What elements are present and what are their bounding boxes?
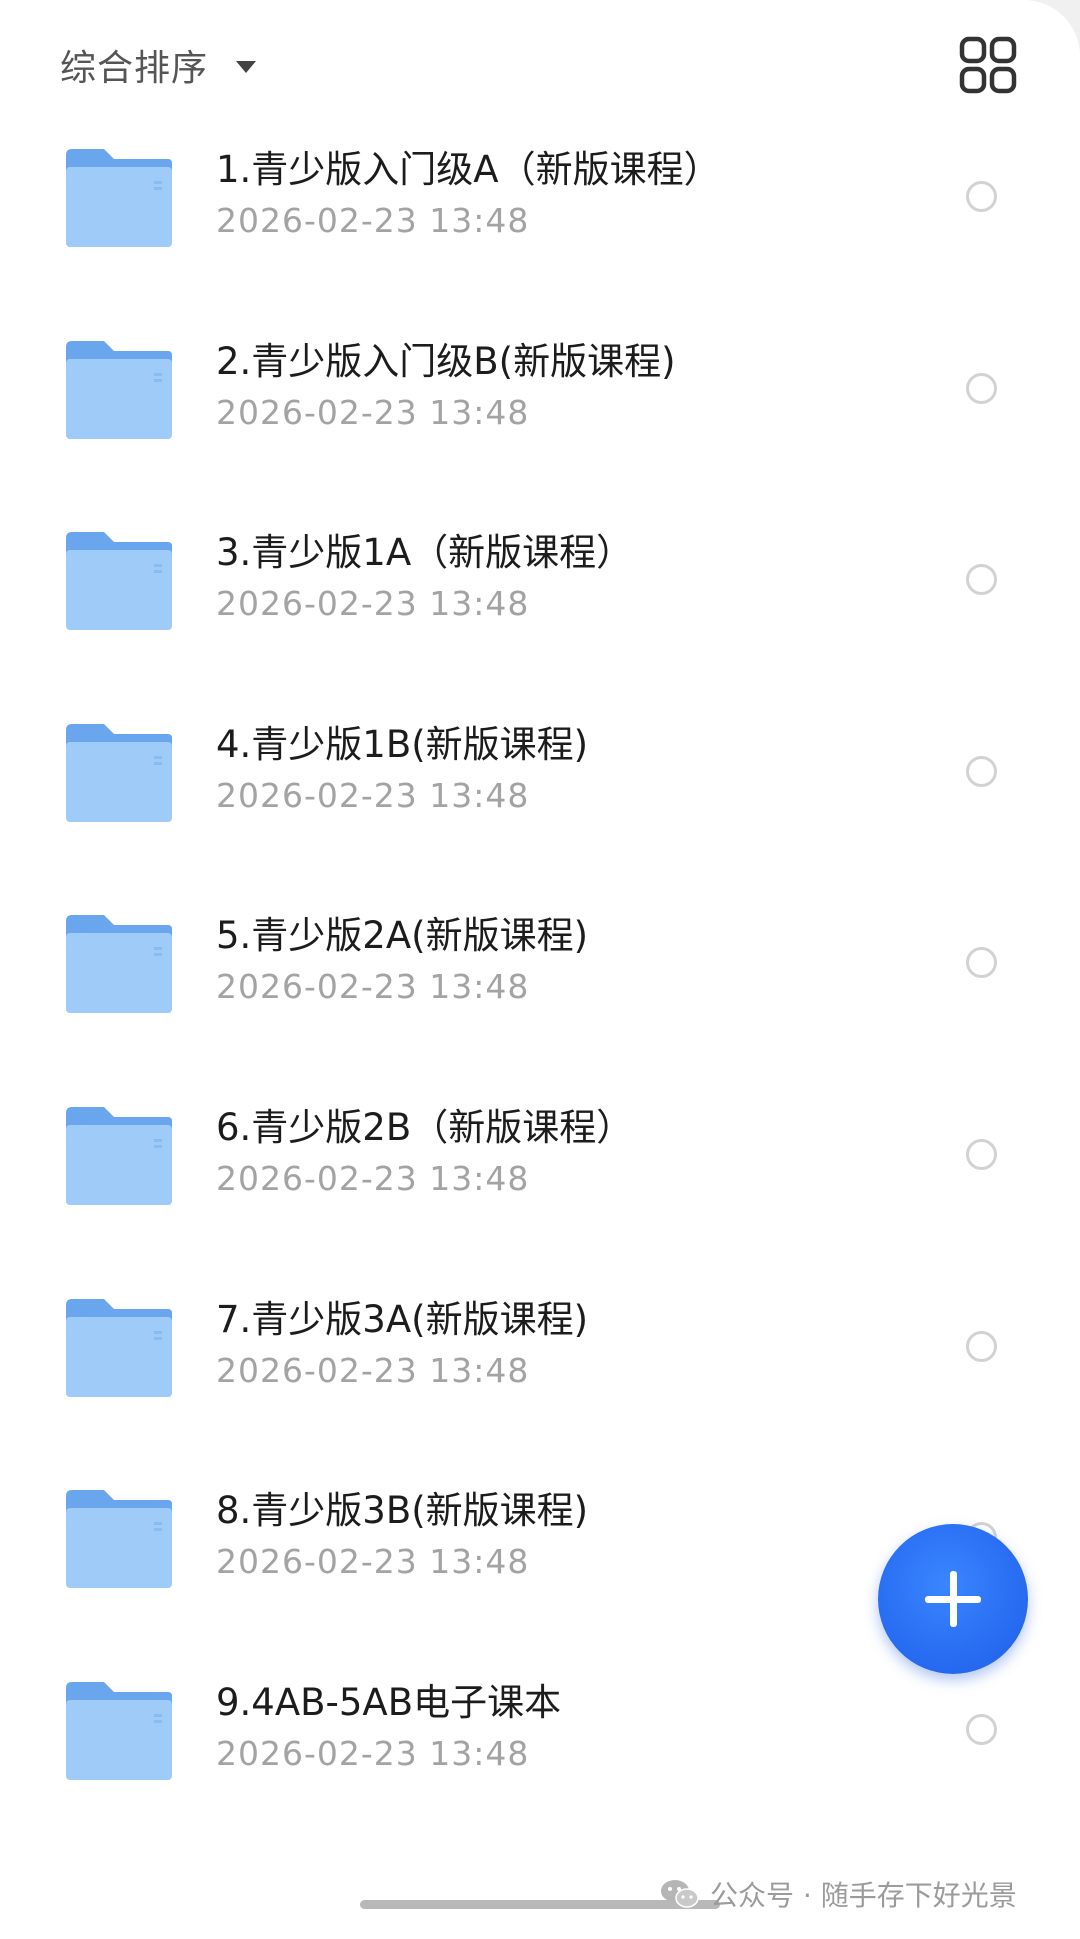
file-date: 2026-02-23 13:48 <box>216 1158 530 1198</box>
file-text: 7.青少版3A(新版课程) 2026-02-23 13:48 <box>216 1297 920 1391</box>
caret-down-icon <box>236 61 257 73</box>
file-text: 9.4AB-5AB电子课本 2026-02-23 13:48 <box>216 1680 920 1774</box>
folder-icon <box>66 340 172 439</box>
folder-icon <box>66 723 172 822</box>
file-row[interactable]: 2.青少版入门级B(新版课程) 2026-02-23 13:48 <box>0 319 1080 511</box>
grid-view-icon[interactable] <box>958 35 1018 95</box>
select-radio[interactable] <box>966 1330 997 1362</box>
file-row[interactable]: 5.青少版2A(新版课程) 2026-02-23 13:48 <box>0 893 1080 1085</box>
folder-icon <box>66 1298 172 1397</box>
file-date: 2026-02-23 13:48 <box>216 967 530 1007</box>
file-text: 3.青少版1A（新版课程） 2026-02-23 13:48 <box>216 530 920 624</box>
folder-icon <box>66 149 172 247</box>
folder-icon <box>66 532 172 631</box>
file-row[interactable]: 7.青少版3A(新版课程) 2026-02-23 13:48 <box>0 1277 1080 1469</box>
file-row[interactable]: 9.4AB-5AB电子课本 2026-02-23 13:48 <box>0 1660 1080 1852</box>
file-row[interactable]: 1.青少版入门级A（新版课程） 2026-02-23 13:48 <box>0 127 1080 319</box>
file-name: 2.青少版入门级B(新版课程) <box>216 339 676 383</box>
file-date: 2026-02-23 13:48 <box>216 1733 530 1773</box>
screen-corner <box>1020 0 1080 60</box>
select-radio[interactable] <box>966 372 997 404</box>
file-name: 7.青少版3A(新版课程) <box>216 1297 589 1341</box>
file-name: 8.青少版3B(新版课程) <box>216 1489 589 1533</box>
folder-icon <box>66 1106 172 1205</box>
file-date: 2026-02-23 13:48 <box>216 1350 530 1390</box>
file-name: 1.青少版入门级A（新版课程） <box>216 148 721 191</box>
file-name: 5.青少版2A(新版课程) <box>216 914 589 958</box>
file-row[interactable]: 4.青少版1B(新版课程) 2026-02-23 13:48 <box>0 702 1080 894</box>
watermark-text: 公众号 · 随手存下好光景 <box>710 1879 1017 1912</box>
file-text: 1.青少版入门级A（新版课程） 2026-02-23 13:48 <box>216 147 920 241</box>
file-date: 2026-02-23 13:48 <box>216 775 530 815</box>
file-text: 2.青少版入门级B(新版课程) 2026-02-23 13:48 <box>216 339 920 433</box>
select-radio[interactable] <box>966 755 997 787</box>
add-button[interactable] <box>878 1524 1028 1674</box>
folder-icon <box>66 1490 172 1589</box>
folder-icon <box>66 915 172 1014</box>
file-row[interactable]: 6.青少版2B（新版课程） 2026-02-23 13:48 <box>0 1085 1080 1277</box>
file-text: 4.青少版1B(新版课程) 2026-02-23 13:48 <box>216 722 920 816</box>
select-radio[interactable] <box>966 1138 997 1170</box>
file-name: 3.青少版1A（新版课程） <box>216 531 634 575</box>
folder-icon <box>66 1681 172 1780</box>
file-name: 6.青少版2B（新版课程） <box>216 1105 634 1149</box>
file-date: 2026-02-23 13:48 <box>216 584 530 624</box>
sort-label: 综合排序 <box>60 48 209 89</box>
select-radio[interactable] <box>966 1713 997 1745</box>
file-text: 5.青少版2A(新版课程) 2026-02-23 13:48 <box>216 913 920 1007</box>
file-name: 9.4AB-5AB电子课本 <box>216 1680 562 1724</box>
watermark: 公众号 · 随手存下好光景 <box>660 1874 1017 1914</box>
select-radio[interactable] <box>966 564 997 596</box>
file-text: 6.青少版2B（新版课程） 2026-02-23 13:48 <box>216 1105 920 1199</box>
file-row[interactable]: 3.青少版1A（新版课程） 2026-02-23 13:48 <box>0 510 1080 702</box>
file-name: 4.青少版1B(新版课程) <box>216 722 589 766</box>
select-radio[interactable] <box>966 947 997 979</box>
plus-icon <box>950 1571 957 1627</box>
sort-dropdown[interactable]: 综合排序 <box>60 39 257 91</box>
file-date: 2026-02-23 13:48 <box>216 392 530 432</box>
file-date: 2026-02-23 13:48 <box>216 1542 530 1582</box>
file-date: 2026-02-23 13:48 <box>216 201 530 240</box>
select-radio[interactable] <box>966 181 997 212</box>
wechat-icon <box>661 1880 699 1908</box>
toolbar: 综合排序 <box>60 30 1020 100</box>
file-text: 8.青少版3B(新版课程) 2026-02-23 13:48 <box>216 1488 920 1582</box>
